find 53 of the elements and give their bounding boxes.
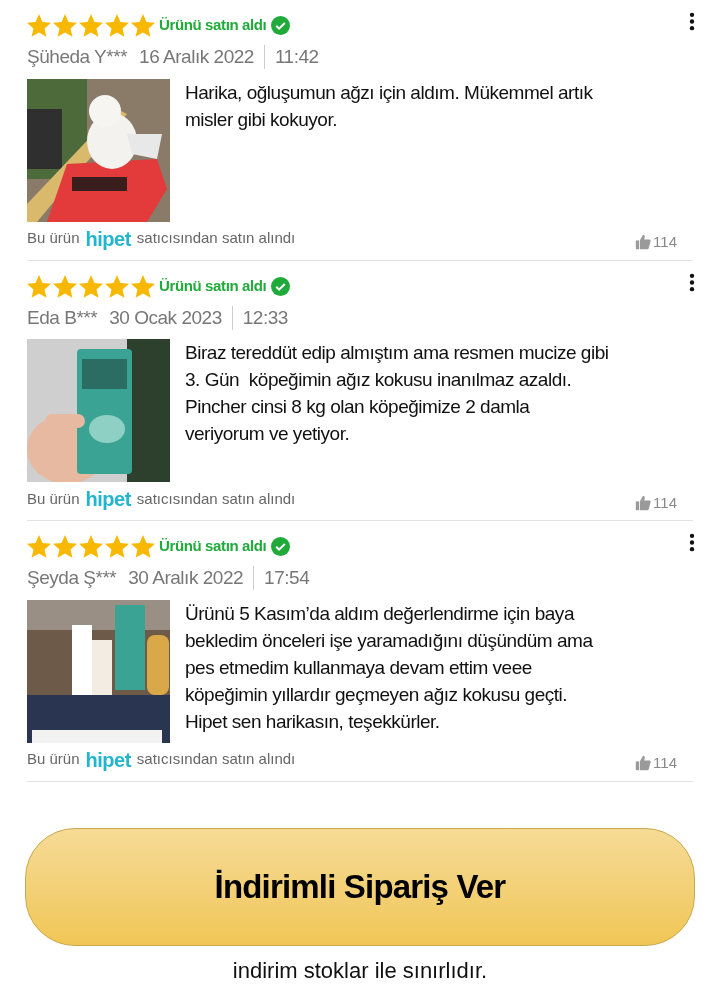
thumbs-up-icon[interactable] [635, 494, 652, 511]
stock-note: indirim stoklar ile sınırlıdır. [232, 956, 488, 985]
seller-logo[interactable]: hipet [85, 744, 131, 775]
star-icon [131, 14, 155, 37]
more-options-icon[interactable] [689, 272, 695, 292]
check-icon [271, 276, 291, 296]
verified-label: Ürünü satın aldı [159, 15, 267, 36]
review-time: 11:42 [274, 45, 319, 69]
verified-label: Ürünü satın aldı [159, 536, 267, 557]
star-icon [53, 274, 77, 298]
review-date: 30 Ocak 2023 [109, 305, 222, 330]
seller-label: satıcısından satın alındı [136, 488, 296, 509]
author-name: Şüheda Y*** [27, 45, 128, 69]
seller-label: Bu ürün [27, 488, 80, 509]
seller-label: satıcısından satın alındı [136, 749, 296, 770]
seller-logo[interactable]: hipet [85, 223, 131, 254]
star-icon [27, 274, 51, 298]
more-options-icon[interactable] [689, 533, 695, 552]
star-icon [79, 14, 103, 37]
check-icon [271, 16, 291, 35]
thumbs-up-icon[interactable] [635, 755, 652, 772]
seller-label: satıcısından satın alındı [136, 228, 296, 249]
order-button[interactable]: İndirimli Sipariş Ver [25, 827, 695, 946]
star-icon [105, 274, 129, 298]
seller-logo[interactable]: hipet [85, 484, 131, 514]
review-time: 12:33 [242, 305, 288, 330]
seller-label: Bu ürün [27, 228, 80, 249]
review-text: Biraz tereddüt edip almıştım ama resmen mucize gibi 3. Gün köpeğimin ağız kokusu inanılmaz azaldı. Pincher cinsi 8 kg olan köpeğimize 2 damla veriyorum ve yetiyor. [185, 341, 609, 446]
review-text: Harika, oğluşumun ağzı için aldım. Mükemmel artık misler gibi kokuyor. [185, 80, 593, 132]
review-date: 30 Aralık 2022 [128, 566, 244, 590]
star-icon [53, 535, 77, 558]
verified-label: Ürünü satın aldı [159, 275, 267, 296]
author-name: Şeyda Ş*** [27, 566, 117, 590]
more-options-icon[interactable] [689, 12, 695, 31]
thumbs-up-icon[interactable] [635, 234, 652, 251]
like-count: 114 [653, 492, 677, 513]
like-count: 114 [653, 753, 677, 773]
star-icon [131, 535, 155, 558]
seller-label: Bu ürün [27, 749, 80, 770]
review-date: 16 Aralık 2022 [139, 45, 254, 69]
review-text: Ürünü 5 Kasım’da aldım değerlendirme için baya bekledim önceleri işe yaramadığını düşündüm ama pes etmedim kullanmaya devam ettim veee köpeğimin yıllardır geçmeyen ağız kokusu geçti. Hipet sen harikasın, teşekkürler. [185, 601, 593, 734]
star-icon [53, 14, 77, 37]
review-time: 17:54 [264, 566, 310, 590]
star-icon [131, 274, 155, 298]
like-count: 114 [653, 232, 677, 252]
star-icon [79, 274, 103, 298]
star-icon [79, 535, 103, 558]
star-icon [105, 535, 129, 558]
author-name: Eda B*** [27, 305, 98, 330]
check-icon [271, 537, 291, 556]
star-icon [27, 535, 51, 558]
star-icon [27, 14, 51, 37]
star-icon [105, 14, 129, 37]
